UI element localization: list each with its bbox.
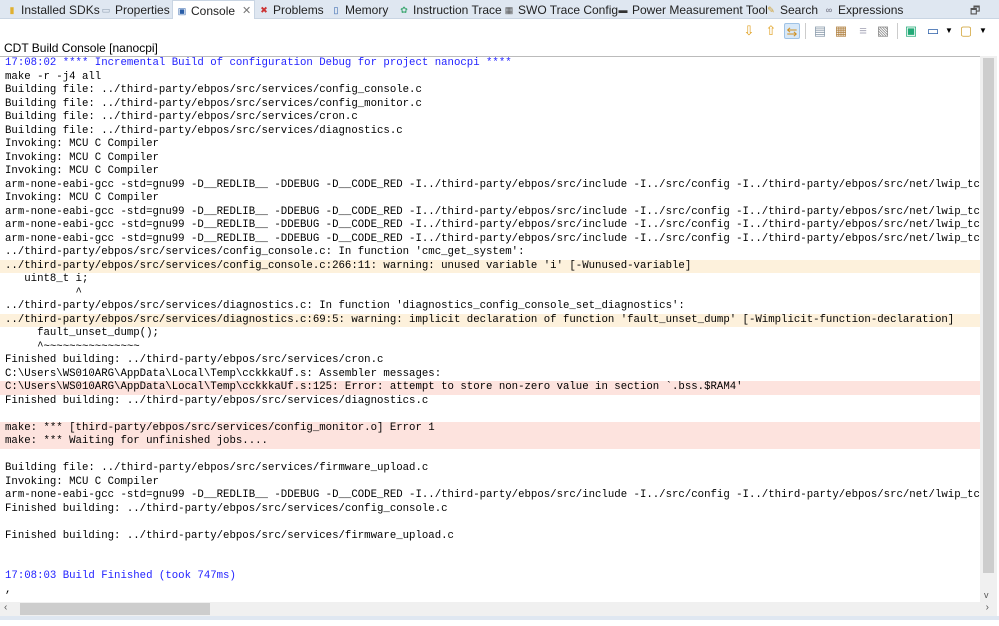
horizontal-scroll-thumb[interactable] xyxy=(20,603,210,615)
tab-memory[interactable]: ▯ Memory xyxy=(327,0,391,19)
console-line: ../third-party/ebpos/src/services/diagno… xyxy=(5,300,685,312)
console-line: Invoking: MCU C Compiler xyxy=(5,138,159,150)
tab-label: Instruction Trace xyxy=(413,2,502,17)
console-line: fault_unset_dump(); xyxy=(5,327,159,339)
show-console-icon[interactable]: ▤ xyxy=(812,23,828,39)
tab-label: SWO Trace Config xyxy=(518,2,619,17)
view-tab-bar: ▮ Installed SDKs ▭ Properties ▣ Console ✕ ✖ Prob… xyxy=(0,0,999,20)
console-line: Invoking: MCU C Compiler xyxy=(5,192,159,204)
tab-installed-sdks[interactable]: ▮ Installed SDKs xyxy=(3,0,103,19)
horizontal-scrollbar[interactable]: ‹ › xyxy=(0,602,997,616)
close-tab-icon[interactable]: ✕ xyxy=(242,4,251,17)
vertical-scroll-thumb[interactable] xyxy=(983,58,994,573)
tab-problems[interactable]: ✖ Problems xyxy=(255,0,327,19)
console-line: Finished building: ../third-party/ebpos/… xyxy=(5,529,454,542)
swo-icon: ▦ xyxy=(504,4,514,15)
console-line: arm-none-eabi-gcc -std=gnu99 -D__REDLIB_… xyxy=(5,178,980,191)
separator xyxy=(805,23,806,39)
memory-icon: ▯ xyxy=(333,4,339,15)
clear-console-icon[interactable]: ▧ xyxy=(875,23,891,39)
console-line: Building file: ../third-party/ebpos/src/… xyxy=(5,84,422,96)
search-icon: ✎ xyxy=(767,4,775,15)
tab-label: Installed SDKs xyxy=(21,2,100,17)
open-console-icon[interactable]: ▢ xyxy=(958,23,974,39)
word-wrap-icon[interactable]: ≡ xyxy=(855,23,871,39)
tab-properties[interactable]: ▭ Properties xyxy=(97,0,173,19)
console-output[interactable]: 17:08:02 **** Incremental Build of confi… xyxy=(0,56,980,602)
tab-label: Console xyxy=(191,3,236,18)
tab-label: Search xyxy=(780,2,819,17)
tab-console[interactable]: ▣ Console ✕ xyxy=(172,0,256,20)
panel-border xyxy=(0,616,999,620)
tab-search[interactable]: ✎ Search xyxy=(762,0,821,19)
console-line: Invoking: MCU C Compiler xyxy=(5,475,159,488)
expressions-icon: ∞ xyxy=(825,4,833,15)
tab-swo-trace-config[interactable]: ▦ SWO Trace Config xyxy=(500,0,621,19)
tab-label: Expressions xyxy=(838,2,904,17)
console-line: , xyxy=(5,583,12,596)
console-line: arm-none-eabi-gcc -std=gnu99 -D__REDLIB_… xyxy=(5,232,980,245)
console-line: arm-none-eabi-gcc -std=gnu99 -D__REDLIB_… xyxy=(5,489,980,501)
scroll-right-arrow-icon[interactable]: › xyxy=(986,602,989,613)
chevron-down-icon[interactable]: ▼ xyxy=(975,23,991,39)
console-line: ^~~~~~~~~~~~~~~~ xyxy=(5,340,140,353)
console-line: ^ xyxy=(5,286,82,299)
console-line: ../third-party/ebpos/src/services/config… xyxy=(5,246,525,258)
console-line: Finished building: ../third-party/ebpos/… xyxy=(5,354,384,366)
vertical-scrollbar[interactable]: v xyxy=(980,56,997,602)
scroll-down-icon[interactable]: ⇩ xyxy=(741,23,757,39)
tab-expressions[interactable]: ∞ Expressions xyxy=(820,0,906,19)
console-error-line: C:\Users\WS010ARG\AppData\Local\Temp\cck… xyxy=(0,381,980,395)
scroll-lock-icon[interactable]: ⇆ xyxy=(784,23,800,39)
console-line: Building file: ../third-party/ebpos/src/… xyxy=(5,97,422,110)
properties-icon: ▭ xyxy=(101,4,111,15)
display-console-icon[interactable]: ▭ xyxy=(925,23,941,39)
chevron-down-icon[interactable]: ▼ xyxy=(941,23,957,39)
console-line: Building file: ../third-party/ebpos/src/… xyxy=(5,124,403,137)
power-icon: ▬ xyxy=(618,4,628,15)
sdk-icon: ▮ xyxy=(9,4,15,15)
scroll-up-icon[interactable]: ⇧ xyxy=(763,23,779,39)
console-info-line: 17:08:03 Build Finished (took 747ms) xyxy=(5,570,236,582)
console-warning-line: ../third-party/ebpos/src/services/config… xyxy=(0,259,980,273)
new-console-view-icon[interactable]: ▣ xyxy=(903,23,919,39)
console-line: arm-none-eabi-gcc -std=gnu99 -D__REDLIB_… xyxy=(5,219,980,231)
console-line: Finished building: ../third-party/ebpos/… xyxy=(5,502,448,515)
tab-power-measurement-tool[interactable]: ▬ Power Measurement Tool xyxy=(614,0,771,19)
console-line: Building file: ../third-party/ebpos/src/… xyxy=(5,462,429,474)
console-line: Invoking: MCU C Compiler xyxy=(5,165,159,177)
scroll-down-arrow-icon[interactable]: v xyxy=(984,590,989,600)
console-line: make -r -j4 all xyxy=(5,70,102,83)
console-line: Invoking: MCU C Compiler xyxy=(5,151,159,164)
scroll-left-arrow-icon[interactable]: ‹ xyxy=(4,602,7,613)
console-line: C:\Users\WS010ARG\AppData\Local\Temp\cck… xyxy=(5,367,442,380)
console-title: CDT Build Console [nanocpi] xyxy=(4,41,158,55)
tab-label: Properties xyxy=(115,2,170,17)
problems-icon: ✖ xyxy=(260,4,268,15)
tab-label: Power Measurement Tool xyxy=(632,2,768,17)
console-line: arm-none-eabi-gcc -std=gnu99 -D__REDLIB_… xyxy=(5,205,980,218)
tab-label: Problems xyxy=(273,2,324,17)
separator xyxy=(897,23,898,39)
console-error-line: make: *** Waiting for unfinished jobs...… xyxy=(0,435,980,449)
console-warning-line: ../third-party/ebpos/src/services/diagno… xyxy=(0,313,980,327)
console-icon: ▣ xyxy=(177,5,187,16)
console-info-line: 17:08:02 **** Incremental Build of confi… xyxy=(5,57,512,69)
console-line: uint8_t i; xyxy=(5,273,89,285)
tab-instruction-trace[interactable]: ✿ Instruction Trace xyxy=(395,0,505,19)
pin-console-icon[interactable]: ▦ xyxy=(833,23,849,39)
console-error-line: make: *** [third-party/ebpos/src/service… xyxy=(0,421,980,435)
console-toolbar: ⇩ ⇧ ⇆ ▤ ▦ ≡ ▧ ▣ ▭ ▼ ▢ ▼ xyxy=(0,19,999,43)
console-line: Finished building: ../third-party/ebpos/… xyxy=(5,394,429,407)
console-line: Building file: ../third-party/ebpos/src/… xyxy=(5,111,358,123)
instruction-trace-icon: ✿ xyxy=(400,4,408,15)
tab-label: Memory xyxy=(345,2,389,17)
